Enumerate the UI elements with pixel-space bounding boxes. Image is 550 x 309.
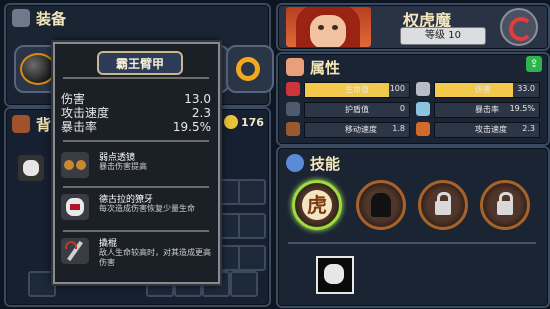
skills-header: 技能 <box>286 152 340 174</box>
gold-amount: 176 <box>241 115 264 129</box>
heart-icon <box>286 82 300 96</box>
attributes-panel: 属性 ⇪ 生命值 100 伤害 33.0 护盾值 0 暴击率 19.5% 移动速… <box>276 52 550 146</box>
stat-damage: 伤害 13.0 <box>61 92 211 106</box>
stat-value: 13.0 <box>184 92 211 106</box>
grid-cell[interactable] <box>28 271 56 297</box>
level-value: 10 <box>448 30 461 41</box>
ability-row: 弱点透镜 暴击伤害提高 <box>59 150 212 182</box>
equipment-header: 装备 <box>12 7 66 29</box>
stat-label: 攻击速度 <box>61 106 110 120</box>
tooltip-title-frame: 霸王臂甲 <box>97 51 183 75</box>
skill-locked-2[interactable] <box>480 180 530 230</box>
hero-portrait <box>286 7 371 47</box>
tiger-glyph-icon: 虎 <box>302 190 332 220</box>
attributes-header: 属性 <box>286 56 340 78</box>
backpack-icon <box>12 115 30 133</box>
stat-label: 暴击率 <box>61 120 98 134</box>
attr-damage: 伤害 33.0 <box>416 82 542 98</box>
goggles-icon <box>61 152 89 178</box>
divider <box>63 186 209 188</box>
item-tooltip: 霸王臂甲 伤害 13.0 攻击速度 2.3 暴击率 19.5% 弱点透镜 暴击伤… <box>53 42 220 284</box>
active-skill-slot[interactable] <box>316 256 354 294</box>
stat-value: 19.5% <box>172 120 211 134</box>
ability-desc: 每次造成伤害恢复少量生命 <box>99 204 195 213</box>
backpack-title: 背 <box>36 115 52 134</box>
fangs-item-icon[interactable] <box>18 155 44 181</box>
attr-health: 生命值 100 <box>286 82 412 98</box>
crowbar-icon <box>61 238 89 264</box>
ability-desc: 暴击伤害提高 <box>99 162 147 171</box>
stat-attack-speed: 攻击速度 2.3 <box>61 106 211 120</box>
skill-orb-icon <box>286 154 304 172</box>
divider <box>288 242 536 244</box>
divider <box>63 140 209 142</box>
attr-attack-speed: 攻击速度 2.3 <box>416 122 542 138</box>
tooltip-title: 霸王臂甲 <box>115 56 164 71</box>
attr-crit: 暴击率 19.5% <box>416 102 542 118</box>
fangs-icon <box>61 194 89 220</box>
grid-cell[interactable] <box>238 179 266 205</box>
tiger-head-icon <box>324 264 344 284</box>
attr-move-speed: 移动速度 1.8 <box>286 122 412 138</box>
switch-hero-button[interactable] <box>500 8 538 46</box>
skill-martial-artist[interactable] <box>356 180 406 230</box>
skills-title: 技能 <box>310 154 341 173</box>
grid-cell[interactable] <box>238 245 266 271</box>
attributes-title: 属性 <box>310 58 341 77</box>
divider <box>63 77 209 79</box>
sword-icon <box>416 82 430 96</box>
divider <box>63 230 209 232</box>
skill-locked-1[interactable] <box>418 180 468 230</box>
skill-tiger[interactable]: 虎 <box>292 180 342 230</box>
skills-panel: 技能 虎 <box>276 146 550 308</box>
stat-label: 伤害 <box>61 92 86 106</box>
eye-icon <box>416 102 430 116</box>
sword-icon <box>12 9 30 27</box>
ability-desc: 敌人生命较高时，对其造成更高伤害 <box>99 248 211 267</box>
lock-icon <box>435 192 451 215</box>
bomb-icon <box>20 53 56 85</box>
stat-value: 2.3 <box>191 106 211 120</box>
body-icon <box>286 58 304 76</box>
equipment-title: 装备 <box>36 9 67 28</box>
lock-icon <box>497 192 513 215</box>
shield-icon <box>286 102 300 116</box>
equip-slot-ring[interactable] <box>226 45 274 93</box>
ability-row: 撬棍 敌人生命较高时，对其造成更高伤害 <box>59 236 212 268</box>
grid-cell[interactable] <box>230 271 258 297</box>
boot-icon <box>286 122 300 136</box>
swap-icon <box>509 17 533 41</box>
ring-icon <box>236 57 260 81</box>
level-box: 等级 10 <box>400 27 486 45</box>
coin-icon <box>224 115 238 129</box>
gold-display: 176 <box>224 115 264 129</box>
level-label: 等级 <box>425 30 446 41</box>
ability-row: 德古拉的獠牙 每次造成伤害恢复少量生命 <box>59 192 212 224</box>
grid-cell[interactable] <box>238 213 266 239</box>
attr-shield: 护盾值 0 <box>286 102 412 118</box>
character-header: 权虎魔 等级 10 <box>276 3 550 51</box>
backpack-header: 背 <box>12 113 51 135</box>
fighter-silhouette-icon <box>371 193 391 217</box>
fist-icon <box>416 122 430 136</box>
share-icon[interactable]: ⇪ <box>526 56 542 72</box>
stat-crit: 暴击率 19.5% <box>61 120 211 134</box>
